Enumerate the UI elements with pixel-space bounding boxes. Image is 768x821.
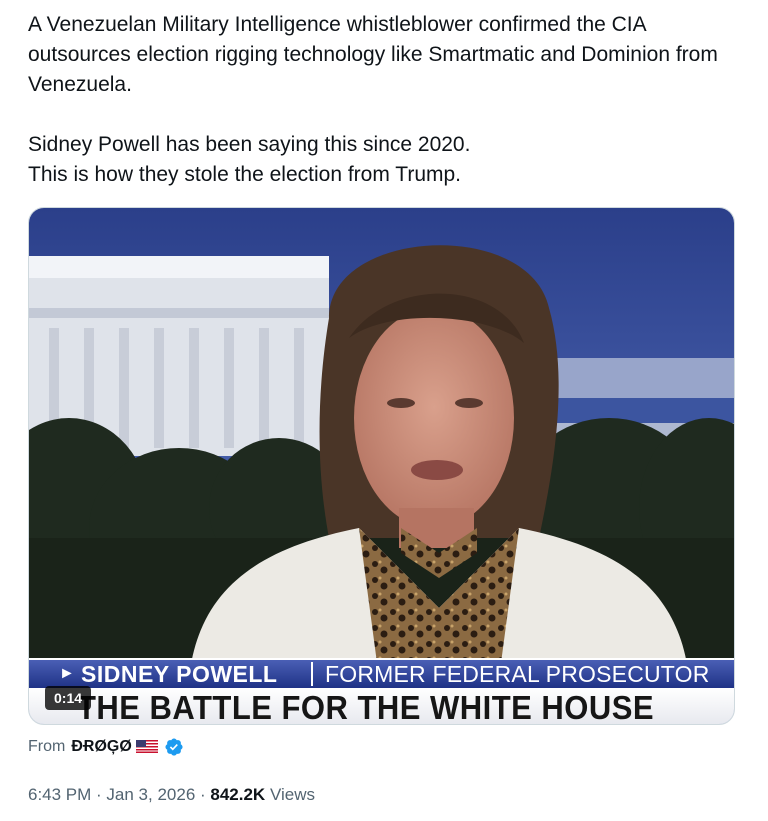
tweet-date: Jan 3, 2026 [106,785,196,804]
tweet-paragraph: A Venezuelan Military Intelligence whist… [28,13,718,96]
chyron-headline: THE BATTLE FOR THE WHITE HOUSE [77,689,655,725]
video-duration-badge: 0:14 [45,686,92,710]
tweet-meta: 6:43 PM · Jan 3, 2026 · 842.2K Views [28,783,315,807]
tweet: A Venezuelan Military Intelligence whist… [0,0,768,821]
views-label: Views [269,785,315,804]
chyron-arrow-icon: ► [59,665,75,682]
tweet-timestamp-link[interactable]: 6:43 PM · Jan 3, 2026 [28,785,195,804]
us-flag-icon [136,740,159,754]
chyron-role: FORMER FEDERAL PROSECUTOR [325,661,710,687]
tweet-text: A Venezuelan Military Intelligence whist… [28,10,740,190]
video-player[interactable]: ► SIDNEY POWELL FORMER FEDERAL PROSECUTO… [28,207,735,725]
chyron-divider [311,662,313,686]
from-label: From [28,738,66,755]
source-attribution: From ĐɌØĢØ [28,735,184,759]
news-chyron: ► SIDNEY POWELL FORMER FEDERAL PROSECUTO… [29,652,734,725]
meta-separator: · [195,785,211,804]
video-frame [29,208,734,724]
meta-separator: · [91,785,107,804]
views-count: 842.2K [210,785,266,804]
chyron-name: SIDNEY POWELL [81,661,278,687]
verified-badge-icon [165,738,183,756]
tweet-time: 6:43 PM [28,785,92,804]
chyron-headline-bar: THE BATTLE FOR THE WHITE HOUSE [29,688,734,725]
tweet-paragraph: Sidney Powell has been saying this since… [28,133,471,186]
chyron-name-bar: ► SIDNEY POWELL FORMER FEDERAL PROSECUTO… [29,658,734,688]
source-username: ĐɌØĢØ [71,738,132,755]
source-user-link[interactable]: ĐɌØĢØ [71,735,159,759]
